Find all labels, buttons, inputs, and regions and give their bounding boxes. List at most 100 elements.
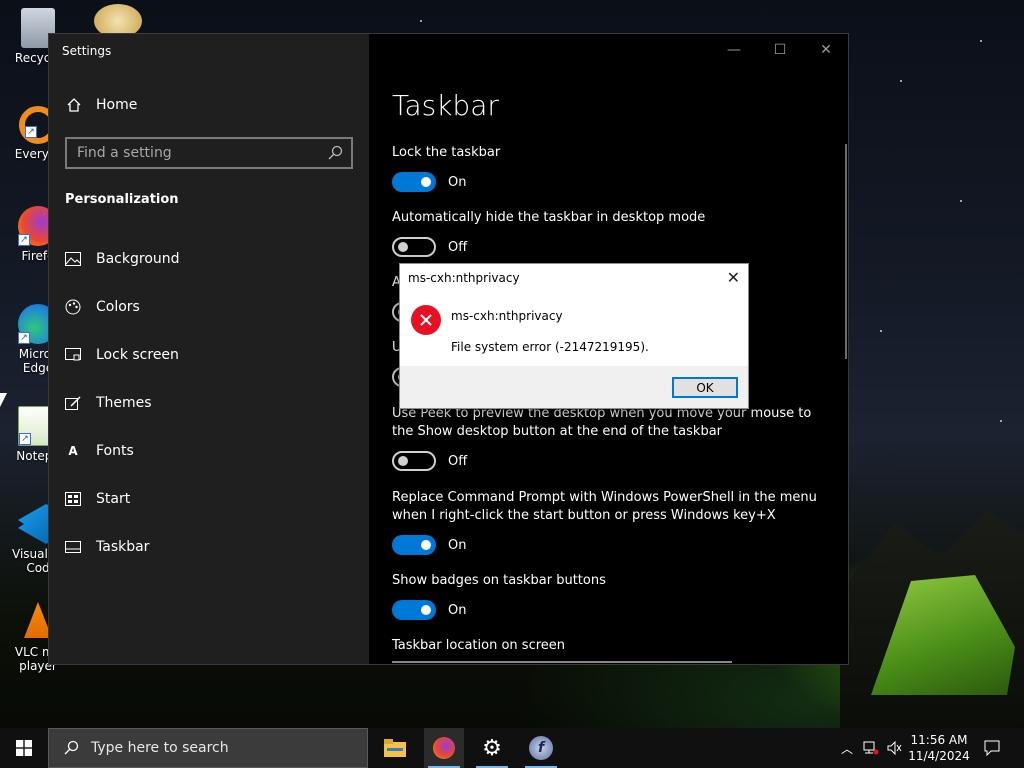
scrollbar[interactable]: [845, 144, 847, 359]
nav-home[interactable]: Home: [66, 97, 137, 113]
toggle-state: On: [448, 174, 467, 190]
star: [980, 40, 982, 42]
setting-badges: On: [392, 600, 466, 620]
window-title: Settings: [62, 44, 112, 58]
start-icon: [65, 491, 81, 507]
setting-label-taskbar-location: Taskbar location on screen: [392, 638, 566, 653]
nav-item-taskbar[interactable]: Taskbar: [65, 532, 355, 562]
taskbar-icon: [65, 539, 81, 555]
close-button[interactable]: ✕: [803, 34, 849, 66]
network-icon: [863, 741, 879, 755]
nav-item-fonts[interactable]: A Fonts: [65, 436, 355, 466]
gear-icon: ⚙: [482, 735, 502, 761]
taskbar-search-box[interactable]: Type here to search: [48, 728, 368, 768]
toggle-peek[interactable]: [392, 451, 436, 471]
show-hidden-icons-button[interactable]: ︿: [838, 728, 856, 768]
nav-item-themes[interactable]: Themes: [65, 388, 355, 418]
nav-item-label: Start: [96, 491, 131, 507]
toggle-state: On: [448, 537, 467, 553]
minimize-button[interactable]: —: [711, 34, 757, 66]
taskbar-search-placeholder: Type here to search: [91, 740, 229, 756]
taskbar-app-unknown[interactable]: f: [521, 728, 561, 768]
home-icon: [67, 98, 81, 112]
find-setting-input[interactable]: Find a setting: [65, 137, 353, 169]
setting-powershell: On: [392, 535, 466, 555]
font-icon: A: [68, 444, 78, 458]
setting-label-peek: Use Peek to preview the desktop when you…: [392, 406, 812, 439]
toggle-auto-hide[interactable]: [392, 237, 436, 257]
nav-item-label: Themes: [96, 395, 152, 411]
section-personalization: Personalization: [65, 192, 179, 207]
nav-home-label: Home: [96, 97, 138, 113]
star: [900, 80, 902, 82]
shortcut-arrow-icon: ↗: [19, 433, 31, 445]
palette-icon: [65, 299, 81, 315]
shortcut-arrow-icon: ↗: [18, 234, 30, 246]
error-icon: [411, 305, 441, 335]
network-tray-icon[interactable]: [860, 728, 882, 768]
window-controls: — ☐ ✕: [711, 34, 849, 66]
lock-screen-icon: [65, 347, 81, 363]
toggle-state: On: [448, 602, 467, 618]
taskbar-location-dropdown[interactable]: [392, 661, 732, 665]
toggle-badges[interactable]: [392, 600, 436, 620]
nav-item-start[interactable]: Start: [65, 484, 355, 514]
firefox-icon: [433, 737, 455, 759]
setting-label-lock-taskbar: Lock the taskbar: [392, 145, 501, 160]
search-icon: [64, 740, 79, 755]
dialog-close-button[interactable]: ✕: [727, 268, 740, 287]
action-center-button[interactable]: [978, 728, 1006, 768]
toggle-powershell[interactable]: [392, 535, 436, 555]
windows-logo-icon: [16, 740, 32, 756]
ok-button[interactable]: OK: [672, 377, 738, 398]
nav-item-label: Background: [96, 251, 180, 267]
speaker-muted-icon: [887, 741, 902, 755]
mouse-cursor: [0, 393, 7, 407]
search-icon: [328, 145, 343, 160]
setting-label-auto-hide: Automatically hide the taskbar in deskto…: [392, 210, 706, 225]
clock-date: 11/4/2024: [908, 749, 970, 763]
dialog-title: ms-cxh:nthprivacy: [408, 271, 520, 285]
setting-auto-hide: Off: [392, 237, 467, 257]
start-button[interactable]: [0, 728, 48, 768]
dialog-message: File system error (-2147219195).: [451, 340, 649, 354]
nav-item-label: Lock screen: [96, 347, 179, 363]
notification-icon: [984, 740, 1000, 756]
shortcut-arrow-icon: ↗: [18, 332, 30, 344]
file-explorer-icon: [384, 739, 406, 757]
taskbar-app-file-explorer[interactable]: [375, 728, 415, 768]
dialog-heading: ms-cxh:nthprivacy: [451, 309, 563, 323]
setting-peek: Off: [392, 451, 467, 471]
error-dialog: ms-cxh:nthprivacy ✕ ms-cxh:nthprivacy Fi…: [399, 263, 749, 409]
clock-time: 11:56 AM: [910, 733, 968, 747]
page-title: Taskbar: [392, 89, 499, 122]
clock[interactable]: 11:56 AM 11/4/2024: [905, 732, 973, 764]
picture-icon: [65, 251, 81, 267]
setting-label-badges: Show badges on taskbar buttons: [392, 573, 606, 588]
setting-lock-taskbar: On: [392, 172, 466, 192]
search-placeholder: Find a setting: [77, 145, 172, 161]
taskbar-app-firefox[interactable]: [424, 728, 464, 768]
app-f-icon: f: [529, 736, 553, 760]
nav-item-lock-screen[interactable]: Lock screen: [65, 340, 355, 370]
setting-label-powershell: Replace Command Prompt with Windows Powe…: [392, 490, 817, 523]
nav-item-label: Taskbar: [96, 539, 150, 555]
toggle-state: Off: [448, 453, 468, 469]
dialog-footer: OK: [400, 366, 748, 408]
star: [1000, 420, 1002, 422]
maximize-button[interactable]: ☐: [757, 34, 803, 66]
volume-tray-icon[interactable]: [884, 728, 906, 768]
star: [420, 20, 422, 22]
taskbar-app-settings[interactable]: ⚙: [472, 728, 512, 768]
chevron-up-icon: ︿: [840, 741, 853, 756]
settings-nav-pane: Settings Home Find a setting Personaliza…: [49, 34, 369, 664]
star: [880, 330, 882, 332]
toggle-lock-taskbar[interactable]: [392, 172, 436, 192]
nav-item-background[interactable]: Background: [65, 244, 355, 274]
brush-icon: [65, 395, 81, 411]
nav-item-colors[interactable]: Colors: [65, 292, 355, 322]
nav-item-label: Colors: [96, 299, 140, 315]
toggle-state: Off: [448, 239, 468, 255]
star: [960, 200, 962, 202]
nav-item-label: Fonts: [96, 443, 134, 459]
